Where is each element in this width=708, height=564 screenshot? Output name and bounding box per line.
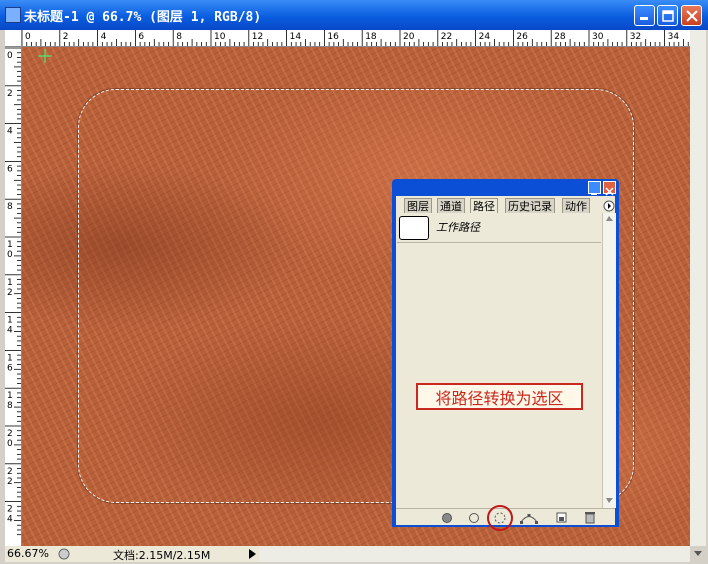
ruler-label: 2 bbox=[7, 467, 13, 477]
ruler-label: 2 bbox=[7, 288, 13, 298]
ruler-label: 1 bbox=[7, 278, 13, 288]
panel-scroll-down-icon[interactable] bbox=[605, 497, 614, 504]
annotation-label: 将路径转换为选区 bbox=[416, 383, 583, 410]
ruler-label: 20 bbox=[403, 32, 415, 42]
ruler-label: 2 bbox=[7, 505, 13, 515]
delete-path-icon[interactable] bbox=[584, 511, 596, 524]
ruler-label: 8 bbox=[7, 401, 13, 411]
ruler-label: 1 bbox=[7, 391, 13, 401]
ruler-label: 4 bbox=[7, 326, 13, 336]
ruler-label: 2 bbox=[7, 89, 13, 99]
ruler-label: 12 bbox=[252, 32, 263, 42]
panel-scrollbar[interactable] bbox=[602, 213, 616, 508]
make-work-path-icon[interactable] bbox=[519, 511, 539, 525]
ruler-label: 8 bbox=[176, 32, 182, 42]
close-icon bbox=[686, 10, 698, 22]
minimize-button[interactable] bbox=[634, 5, 655, 26]
ruler-label: 14 bbox=[290, 32, 302, 42]
maximize-button[interactable] bbox=[657, 5, 678, 26]
panel-minimize-button[interactable] bbox=[588, 181, 601, 195]
close-button[interactable] bbox=[681, 5, 702, 26]
ruler-label: 1 bbox=[7, 240, 13, 250]
crosshair-cursor-icon bbox=[38, 49, 52, 63]
ruler-label: 2 bbox=[7, 429, 13, 439]
panel-close-button[interactable] bbox=[603, 181, 616, 196]
minimize-icon bbox=[640, 17, 648, 20]
ruler-label: 32 bbox=[630, 32, 641, 42]
ruler-label: 22 bbox=[441, 32, 452, 42]
ruler-label: 6 bbox=[138, 32, 144, 42]
ruler-label: 18 bbox=[365, 32, 377, 42]
maximize-icon bbox=[662, 10, 674, 22]
ruler-label: 10 bbox=[214, 32, 226, 42]
ruler-label: 0 bbox=[25, 32, 31, 42]
stroke-path-icon[interactable] bbox=[468, 512, 480, 524]
ruler-label: 6 bbox=[7, 363, 13, 373]
status-arrow-icon[interactable] bbox=[246, 548, 258, 560]
tab-history[interactable]: 历史记录 bbox=[505, 198, 555, 213]
photoshop-document-icon bbox=[5, 7, 21, 23]
scroll-down-arrow-icon[interactable] bbox=[693, 550, 703, 558]
path-name[interactable]: 工作路径 bbox=[436, 219, 480, 235]
zoom-level[interactable]: 66.67% bbox=[7, 547, 49, 560]
ruler-label: 1 bbox=[7, 353, 13, 363]
ruler-label: 0 bbox=[7, 51, 13, 61]
ruler-origin[interactable] bbox=[5, 30, 22, 47]
document-size-info: 文档:2.15M/2.15M bbox=[113, 549, 211, 562]
annotation-highlight-circle bbox=[487, 505, 513, 531]
tab-layers[interactable]: 图层 bbox=[404, 198, 432, 213]
ruler-label: 4 bbox=[101, 32, 107, 42]
new-path-icon[interactable] bbox=[556, 512, 568, 524]
tab-paths[interactable]: 路径 bbox=[470, 198, 498, 213]
vertical-ruler-ticks: 024681012141618202224 bbox=[5, 47, 21, 536]
horizontal-ruler-ticks: 0 2 4 6 8 10 12 14 16 18 20 22 24 26 28 30 32 34 bbox=[21, 30, 689, 46]
ruler-label: 26 bbox=[516, 32, 528, 42]
ruler-label: 34 bbox=[668, 32, 680, 42]
status-bar: 66.67% 文档:2.15M/2.15M bbox=[5, 546, 259, 562]
tab-channels[interactable]: 通道 bbox=[437, 198, 465, 213]
ruler-label: 4 bbox=[7, 127, 13, 137]
window-title: 未标题-1 @ 66.7% (图层 1, RGB/8) bbox=[24, 10, 262, 25]
horizontal-ruler[interactable]: 0 2 4 6 8 10 12 14 16 18 20 22 24 26 28 30 32 34 bbox=[5, 30, 690, 47]
path-list-divider bbox=[397, 242, 601, 243]
panel-menu-icon[interactable] bbox=[603, 200, 615, 212]
status-menu-icon[interactable] bbox=[57, 547, 71, 561]
paths-panel-body bbox=[396, 196, 615, 524]
panel-scroll-up-icon[interactable] bbox=[605, 215, 614, 222]
fill-path-icon[interactable] bbox=[441, 512, 453, 524]
ruler-label: 24 bbox=[479, 32, 491, 42]
ruler-label: 2 bbox=[7, 477, 13, 487]
ruler-label: 0 bbox=[7, 439, 13, 449]
ruler-label: 1 bbox=[7, 316, 13, 326]
ruler-label: 28 bbox=[554, 32, 566, 42]
ruler-label: 2 bbox=[63, 32, 69, 42]
horizontal-scrollbar[interactable] bbox=[259, 546, 690, 562]
tab-actions[interactable]: 动作 bbox=[562, 198, 590, 213]
ruler-label: 6 bbox=[7, 164, 13, 174]
ruler-label: 16 bbox=[327, 32, 339, 42]
vertical-ruler[interactable]: 024681012141618202224 bbox=[5, 46, 22, 546]
path-thumbnail bbox=[399, 216, 429, 240]
ruler-label: 30 bbox=[592, 32, 604, 42]
ruler-label: 0 bbox=[7, 250, 13, 260]
ruler-label: 8 bbox=[7, 202, 13, 212]
ruler-label: 4 bbox=[7, 515, 13, 525]
vertical-scrollbar[interactable] bbox=[690, 30, 706, 556]
